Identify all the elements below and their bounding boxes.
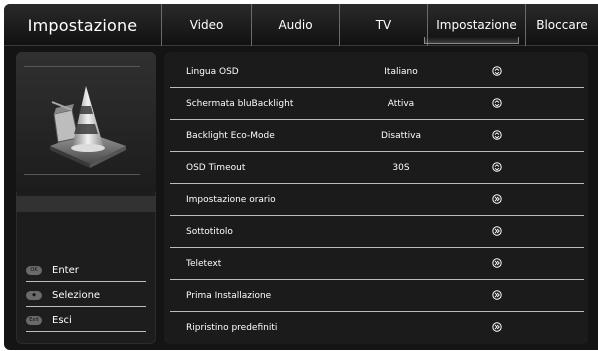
chevron-right-icon: [492, 322, 502, 332]
setting-row-sottotitolo[interactable]: Sottotitolo: [164, 216, 584, 248]
divider: [24, 66, 140, 67]
tab-impostazione[interactable]: Impostazione: [424, 4, 526, 46]
chevron-right-icon: [492, 258, 502, 268]
legend-esci: Exit Esci: [26, 309, 148, 331]
up-down-arrows-icon: [492, 162, 502, 172]
chevron-right-icon: [492, 290, 502, 300]
setting-row-schermata-blu[interactable]: Schermata bluBacklight Attiva: [164, 88, 584, 120]
tab-video[interactable]: Video: [162, 4, 252, 46]
legend-enter: OK Enter: [26, 259, 148, 281]
setting-row-osd-timeout[interactable]: OSD Timeout 30S: [164, 152, 584, 184]
setting-label: Teletext: [186, 259, 222, 269]
divider: [26, 331, 146, 332]
exit-key-icon: Exit: [26, 315, 42, 325]
ok-key-icon: OK: [26, 265, 42, 275]
chevron-right-icon: [492, 226, 502, 236]
legend-label: Selezione: [52, 289, 101, 301]
setting-row-ripristino[interactable]: Ripristino predefiniti: [164, 312, 584, 344]
setting-value: Disattiva: [380, 131, 422, 141]
setting-label: Lingua OSD: [186, 67, 239, 77]
legend-label: Esci: [52, 314, 72, 326]
setting-value: Italiano: [384, 67, 418, 77]
divider: [26, 281, 146, 282]
setting-label: Prima Installazione: [186, 291, 272, 301]
setting-row-teletext[interactable]: Teletext: [164, 248, 584, 280]
up-down-arrows-icon: [492, 130, 502, 140]
legend-selezione: ◆ Selezione: [26, 284, 148, 306]
tab-tv[interactable]: TV: [340, 4, 428, 46]
divider: [24, 174, 140, 175]
setting-value: 30S: [392, 163, 410, 173]
vlc-cone-icon: [50, 86, 126, 168]
page-title: Impostazione: [4, 4, 162, 46]
chevron-right-icon: [492, 194, 502, 204]
tab-bar: Video Audio TV Impostazione Bloccare: [162, 4, 598, 46]
up-down-arrows-icon: [492, 66, 502, 76]
tab-audio[interactable]: Audio: [252, 4, 340, 46]
setting-row-eco-mode[interactable]: Backlight Eco-Mode Disattiva: [164, 120, 584, 152]
setting-row-lingua-osd[interactable]: Lingua OSD Italiano: [164, 56, 584, 88]
up-down-arrows-icon: [492, 98, 502, 108]
setting-label: Impostazione orario: [186, 195, 276, 205]
dpad-key-icon: ◆: [26, 290, 42, 300]
setting-label: Ripristino predefiniti: [186, 323, 278, 333]
setting-label: OSD Timeout: [186, 163, 246, 173]
setting-row-orario[interactable]: Impostazione orario: [164, 184, 584, 216]
panel-band: [16, 196, 156, 212]
divider: [26, 306, 146, 307]
setting-value: Attiva: [387, 99, 415, 109]
legend-label: Enter: [52, 264, 79, 276]
setting-label: Schermata bluBacklight: [186, 99, 294, 109]
setting-label: Sottotitolo: [186, 227, 233, 237]
tab-bloccare[interactable]: Bloccare: [526, 4, 598, 46]
setting-label: Backlight Eco-Mode: [186, 131, 275, 141]
setting-row-prima-installazione[interactable]: Prima Installazione: [164, 280, 584, 312]
